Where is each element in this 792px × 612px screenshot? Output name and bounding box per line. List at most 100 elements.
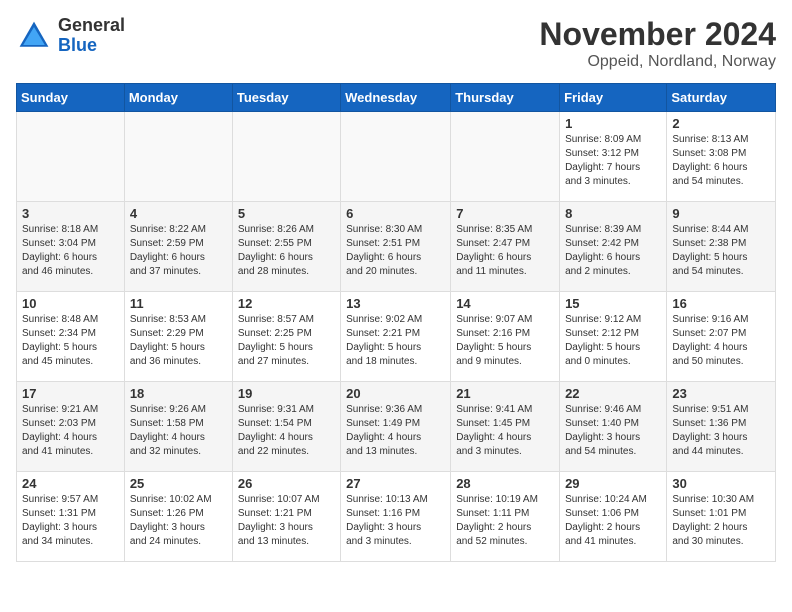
day-info: Sunrise: 9:16 AM Sunset: 2:07 PM Dayligh… bbox=[672, 313, 770, 369]
day-info: Sunrise: 9:46 AM Sunset: 1:40 PM Dayligh… bbox=[565, 403, 661, 459]
day-info: Sunrise: 10:07 AM Sunset: 1:21 PM Daylig… bbox=[238, 493, 335, 549]
day-number: 26 bbox=[238, 476, 335, 491]
week-row-5: 24 Sunrise: 9:57 AM Sunset: 1:31 PM Dayli… bbox=[17, 472, 776, 562]
day-info: Sunrise: 8:22 AM Sunset: 2:59 PM Dayligh… bbox=[130, 223, 227, 279]
day-number: 28 bbox=[456, 476, 554, 491]
day-number: 29 bbox=[565, 476, 661, 491]
day-number: 15 bbox=[565, 296, 661, 311]
day-cell: 4 Sunrise: 8:22 AM Sunset: 2:59 PM Daylig… bbox=[124, 202, 232, 292]
day-cell: 10Sunrise: 8:48 AM Sunset: 2:34 PM Dayli… bbox=[17, 292, 125, 382]
day-cell: 11Sunrise: 8:53 AM Sunset: 2:29 PM Dayli… bbox=[124, 292, 232, 382]
day-number: 30 bbox=[672, 476, 770, 491]
day-info: Sunrise: 9:41 AM Sunset: 1:45 PM Dayligh… bbox=[456, 403, 554, 459]
day-info: Sunrise: 9:26 AM Sunset: 1:58 PM Dayligh… bbox=[130, 403, 227, 459]
day-number: 3 bbox=[22, 206, 119, 221]
day-info: Sunrise: 9:07 AM Sunset: 2:16 PM Dayligh… bbox=[456, 313, 554, 369]
day-number: 20 bbox=[346, 386, 445, 401]
day-cell: 21Sunrise: 9:41 AM Sunset: 1:45 PM Dayli… bbox=[451, 382, 560, 472]
calendar-header: SundayMondayTuesdayWednesdayThursdayFrid… bbox=[17, 84, 776, 112]
header-cell-wednesday: Wednesday bbox=[341, 84, 451, 112]
day-cell bbox=[17, 112, 125, 202]
week-row-3: 10Sunrise: 8:48 AM Sunset: 2:34 PM Dayli… bbox=[17, 292, 776, 382]
day-number: 9 bbox=[672, 206, 770, 221]
day-cell bbox=[451, 112, 560, 202]
day-info: Sunrise: 10:24 AM Sunset: 1:06 PM Daylig… bbox=[565, 493, 661, 549]
day-cell: 16 Sunrise: 9:16 AM Sunset: 2:07 PM Dayli… bbox=[667, 292, 776, 382]
day-number: 24 bbox=[22, 476, 119, 491]
day-info: Sunrise: 8:09 AM Sunset: 3:12 PM Dayligh… bbox=[565, 133, 661, 189]
header-cell-saturday: Saturday bbox=[667, 84, 776, 112]
day-number: 10 bbox=[22, 296, 119, 311]
day-number: 6 bbox=[346, 206, 445, 221]
header: General Blue November 2024 Oppeid, Nordl… bbox=[16, 16, 776, 71]
day-number: 16 bbox=[672, 296, 770, 311]
header-cell-tuesday: Tuesday bbox=[232, 84, 340, 112]
main-title: November 2024 bbox=[539, 16, 776, 53]
day-cell: 22 Sunrise: 9:46 AM Sunset: 1:40 PM Dayli… bbox=[560, 382, 667, 472]
logo-blue-text: Blue bbox=[58, 36, 125, 56]
logo: General Blue bbox=[16, 16, 125, 56]
day-cell: 5 Sunrise: 8:26 AM Sunset: 2:55 PM Daylig… bbox=[232, 202, 340, 292]
day-number: 13 bbox=[346, 296, 445, 311]
header-cell-monday: Monday bbox=[124, 84, 232, 112]
day-cell: 1 Sunrise: 8:09 AM Sunset: 3:12 PM Daylig… bbox=[560, 112, 667, 202]
calendar-body: 1 Sunrise: 8:09 AM Sunset: 3:12 PM Daylig… bbox=[17, 112, 776, 562]
day-number: 2 bbox=[672, 116, 770, 131]
week-row-1: 1 Sunrise: 8:09 AM Sunset: 3:12 PM Daylig… bbox=[17, 112, 776, 202]
day-info: Sunrise: 10:30 AM Sunset: 1:01 PM Daylig… bbox=[672, 493, 770, 549]
header-cell-sunday: Sunday bbox=[17, 84, 125, 112]
day-info: Sunrise: 9:31 AM Sunset: 1:54 PM Dayligh… bbox=[238, 403, 335, 459]
day-info: Sunrise: 10:02 AM Sunset: 1:26 PM Daylig… bbox=[130, 493, 227, 549]
day-number: 1 bbox=[565, 116, 661, 131]
day-number: 23 bbox=[672, 386, 770, 401]
day-cell: 23 Sunrise: 9:51 AM Sunset: 1:36 PM Dayli… bbox=[667, 382, 776, 472]
day-cell: 14 Sunrise: 9:07 AM Sunset: 2:16 PM Dayli… bbox=[451, 292, 560, 382]
week-row-2: 3 Sunrise: 8:18 AM Sunset: 3:04 PM Daylig… bbox=[17, 202, 776, 292]
day-info: Sunrise: 8:57 AM Sunset: 2:25 PM Dayligh… bbox=[238, 313, 335, 369]
day-number: 17 bbox=[22, 386, 119, 401]
day-cell: 7Sunrise: 8:35 AM Sunset: 2:47 PM Daylig… bbox=[451, 202, 560, 292]
day-cell: 9Sunrise: 8:44 AM Sunset: 2:38 PM Daylig… bbox=[667, 202, 776, 292]
day-cell: 12Sunrise: 8:57 AM Sunset: 2:25 PM Dayli… bbox=[232, 292, 340, 382]
header-cell-friday: Friday bbox=[560, 84, 667, 112]
day-info: Sunrise: 8:26 AM Sunset: 2:55 PM Dayligh… bbox=[238, 223, 335, 279]
day-number: 27 bbox=[346, 476, 445, 491]
day-cell: 28 Sunrise: 10:19 AM Sunset: 1:11 PM Dayl… bbox=[451, 472, 560, 562]
day-cell: 15Sunrise: 9:12 AM Sunset: 2:12 PM Dayli… bbox=[560, 292, 667, 382]
day-cell: 3 Sunrise: 8:18 AM Sunset: 3:04 PM Daylig… bbox=[17, 202, 125, 292]
day-cell: 2 Sunrise: 8:13 AM Sunset: 3:08 PM Daylig… bbox=[667, 112, 776, 202]
day-info: Sunrise: 8:30 AM Sunset: 2:51 PM Dayligh… bbox=[346, 223, 445, 279]
day-number: 11 bbox=[130, 296, 227, 311]
subtitle: Oppeid, Nordland, Norway bbox=[539, 53, 776, 71]
day-info: Sunrise: 9:51 AM Sunset: 1:36 PM Dayligh… bbox=[672, 403, 770, 459]
day-cell: 20 Sunrise: 9:36 AM Sunset: 1:49 PM Dayli… bbox=[341, 382, 451, 472]
day-info: Sunrise: 9:02 AM Sunset: 2:21 PM Dayligh… bbox=[346, 313, 445, 369]
day-cell: 17Sunrise: 9:21 AM Sunset: 2:03 PM Dayli… bbox=[17, 382, 125, 472]
day-info: Sunrise: 9:57 AM Sunset: 1:31 PM Dayligh… bbox=[22, 493, 119, 549]
header-cell-thursday: Thursday bbox=[451, 84, 560, 112]
day-number: 22 bbox=[565, 386, 661, 401]
day-info: Sunrise: 10:19 AM Sunset: 1:11 PM Daylig… bbox=[456, 493, 554, 549]
day-info: Sunrise: 9:36 AM Sunset: 1:49 PM Dayligh… bbox=[346, 403, 445, 459]
day-info: Sunrise: 8:18 AM Sunset: 3:04 PM Dayligh… bbox=[22, 223, 119, 279]
day-number: 14 bbox=[456, 296, 554, 311]
day-cell: 19Sunrise: 9:31 AM Sunset: 1:54 PM Dayli… bbox=[232, 382, 340, 472]
day-number: 25 bbox=[130, 476, 227, 491]
day-cell bbox=[341, 112, 451, 202]
day-cell: 13 Sunrise: 9:02 AM Sunset: 2:21 PM Dayli… bbox=[341, 292, 451, 382]
day-cell: 26 Sunrise: 10:07 AM Sunset: 1:21 PM Dayl… bbox=[232, 472, 340, 562]
title-area: November 2024 Oppeid, Nordland, Norway bbox=[539, 16, 776, 71]
day-number: 7 bbox=[456, 206, 554, 221]
day-number: 4 bbox=[130, 206, 227, 221]
calendar: SundayMondayTuesdayWednesdayThursdayFrid… bbox=[16, 83, 776, 562]
logo-general-text: General bbox=[58, 16, 125, 36]
day-cell: 25 Sunrise: 10:02 AM Sunset: 1:26 PM Dayl… bbox=[124, 472, 232, 562]
day-cell bbox=[124, 112, 232, 202]
day-info: Sunrise: 8:13 AM Sunset: 3:08 PM Dayligh… bbox=[672, 133, 770, 189]
day-cell: 27Sunrise: 10:13 AM Sunset: 1:16 PM Dayl… bbox=[341, 472, 451, 562]
day-number: 18 bbox=[130, 386, 227, 401]
day-info: Sunrise: 8:39 AM Sunset: 2:42 PM Dayligh… bbox=[565, 223, 661, 279]
day-cell bbox=[232, 112, 340, 202]
day-number: 5 bbox=[238, 206, 335, 221]
week-row-4: 17Sunrise: 9:21 AM Sunset: 2:03 PM Dayli… bbox=[17, 382, 776, 472]
